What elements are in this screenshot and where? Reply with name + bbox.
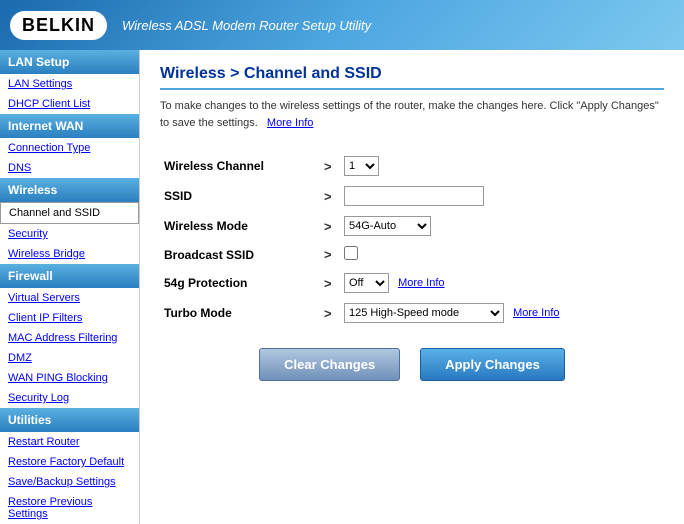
checkbox-broadcast-ssid[interactable] xyxy=(344,246,358,260)
select-54g-protection[interactable]: Off Auto xyxy=(344,273,389,293)
sidebar-item-dns[interactable]: DNS xyxy=(0,158,139,178)
sidebar-item-dmz[interactable]: DMZ xyxy=(0,348,139,368)
sidebar-item-wireless-bridge[interactable]: Wireless Bridge xyxy=(0,244,139,264)
sidebar-item-mac-address-filtering[interactable]: MAC Address Filtering xyxy=(0,328,139,348)
sidebar-item-restart-router[interactable]: Restart Router xyxy=(0,432,139,452)
control-turbo-mode: 125 High-Speed mode Off More Info xyxy=(340,298,664,328)
select-wireless-mode[interactable]: 54G-Auto 54G Only 54G LRS 802.11b Only xyxy=(344,216,431,236)
arrow-wireless-mode: > xyxy=(320,211,340,241)
sidebar-item-restore-previous-settings[interactable]: Restore Previous Settings xyxy=(0,492,139,524)
control-54g-protection: Off Auto More Info xyxy=(340,268,664,298)
sidebar-item-dhcp-client-list[interactable]: DHCP Client List xyxy=(0,94,139,114)
arrow-turbo-mode: > xyxy=(320,298,340,328)
arrow-ssid: > xyxy=(320,181,340,211)
arrow-wireless-channel: > xyxy=(320,151,340,181)
sidebar-item-channel-ssid[interactable]: Channel and SSID xyxy=(0,202,139,224)
row-ssid: SSID > xyxy=(160,181,664,211)
sidebar: LAN Setup LAN Settings DHCP Client List … xyxy=(0,50,140,524)
label-wireless-channel: Wireless Channel xyxy=(160,151,320,181)
input-ssid[interactable] xyxy=(344,186,484,206)
description: To make changes to the wireless settings… xyxy=(160,98,664,131)
row-wireless-channel: Wireless Channel > 1234 5678 91011 xyxy=(160,151,664,181)
content-area: Wireless > Channel and SSID To make chan… xyxy=(140,50,684,524)
sidebar-item-lan-settings[interactable]: LAN Settings xyxy=(0,74,139,94)
header: BELKIN Wireless ADSL Modem Router Setup … xyxy=(0,0,684,50)
sidebar-section-firewall: Firewall xyxy=(0,264,139,288)
sidebar-section-internet-wan: Internet WAN xyxy=(0,114,139,138)
arrow-54g-protection: > xyxy=(320,268,340,298)
control-wireless-mode: 54G-Auto 54G Only 54G LRS 802.11b Only xyxy=(340,211,664,241)
button-row: Clear Changes Apply Changes xyxy=(160,348,664,381)
select-turbo-mode[interactable]: 125 High-Speed mode Off xyxy=(344,303,504,323)
label-turbo-mode: Turbo Mode xyxy=(160,298,320,328)
description-text: To make changes to the wireless settings… xyxy=(160,100,659,129)
sidebar-item-wan-ping-blocking[interactable]: WAN PING Blocking xyxy=(0,368,139,388)
control-ssid xyxy=(340,181,664,211)
sidebar-item-security[interactable]: Security xyxy=(0,224,139,244)
apply-changes-button[interactable]: Apply Changes xyxy=(420,348,565,381)
page-title: Wireless > Channel and SSID xyxy=(160,65,664,90)
select-wireless-channel[interactable]: 1234 5678 91011 xyxy=(344,156,379,176)
clear-changes-button[interactable]: Clear Changes xyxy=(259,348,400,381)
label-54g-protection: 54g Protection xyxy=(160,268,320,298)
sidebar-item-restore-factory-default[interactable]: Restore Factory Default xyxy=(0,452,139,472)
more-info-turbo-mode[interactable]: More Info xyxy=(513,307,559,319)
logo: BELKIN xyxy=(10,11,107,40)
control-broadcast-ssid xyxy=(340,241,664,268)
sidebar-item-client-ip-filters[interactable]: Client IP Filters xyxy=(0,308,139,328)
sidebar-item-save-backup-settings[interactable]: Save/Backup Settings xyxy=(0,472,139,492)
more-info-54g-protection[interactable]: More Info xyxy=(398,277,444,289)
sidebar-section-lan: LAN Setup xyxy=(0,50,139,74)
sidebar-section-utilities: Utilities xyxy=(0,408,139,432)
header-title: Wireless ADSL Modem Router Setup Utility xyxy=(122,18,371,33)
sidebar-item-virtual-servers[interactable]: Virtual Servers xyxy=(0,288,139,308)
row-broadcast-ssid: Broadcast SSID > xyxy=(160,241,664,268)
label-broadcast-ssid: Broadcast SSID xyxy=(160,241,320,268)
sidebar-section-wireless: Wireless xyxy=(0,178,139,202)
control-wireless-channel: 1234 5678 91011 xyxy=(340,151,664,181)
row-wireless-mode: Wireless Mode > 54G-Auto 54G Only 54G LR… xyxy=(160,211,664,241)
row-54g-protection: 54g Protection > Off Auto More Info xyxy=(160,268,664,298)
arrow-broadcast-ssid: > xyxy=(320,241,340,268)
sidebar-item-connection-type[interactable]: Connection Type xyxy=(0,138,139,158)
label-wireless-mode: Wireless Mode xyxy=(160,211,320,241)
row-turbo-mode: Turbo Mode > 125 High-Speed mode Off Mor… xyxy=(160,298,664,328)
sidebar-item-security-log[interactable]: Security Log xyxy=(0,388,139,408)
description-more-info-link[interactable]: More Info xyxy=(267,117,313,129)
label-ssid: SSID xyxy=(160,181,320,211)
settings-form: Wireless Channel > 1234 5678 91011 SSID … xyxy=(160,151,664,328)
main-layout: LAN Setup LAN Settings DHCP Client List … xyxy=(0,50,684,524)
